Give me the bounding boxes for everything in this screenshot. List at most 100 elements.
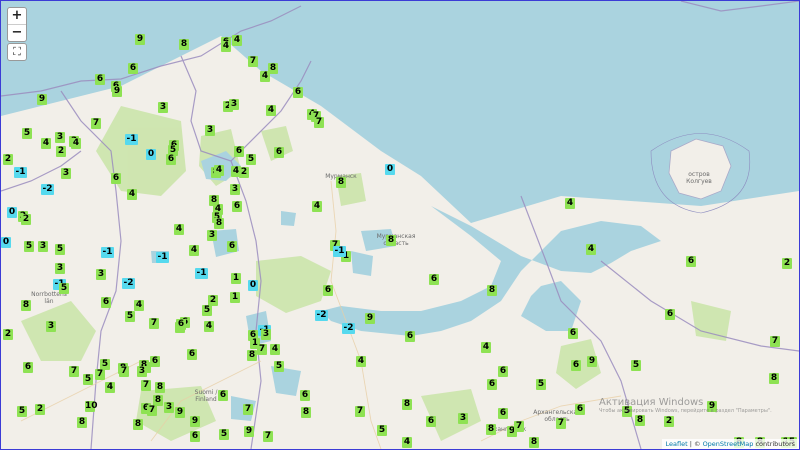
temperature-marker[interactable]: 4 [134, 300, 144, 311]
temperature-marker[interactable]: 6 [323, 285, 333, 296]
temperature-marker[interactable]: 7 [119, 366, 129, 377]
temperature-marker[interactable]: 7 [314, 117, 324, 128]
temperature-marker[interactable]: 8 [635, 415, 645, 426]
temperature-marker[interactable]: 3 [137, 366, 147, 377]
temperature-marker[interactable]: 6 [498, 408, 508, 419]
temperature-marker[interactable]: 6 [575, 404, 585, 415]
temperature-marker[interactable]: 7 [514, 421, 524, 432]
temperature-marker[interactable]: 4 [127, 189, 137, 200]
temperature-marker[interactable]: 4 [481, 342, 491, 353]
temperature-marker[interactable]: 3 [207, 230, 217, 241]
temperature-marker[interactable]: 9 [175, 407, 185, 418]
temperature-marker[interactable]: 3 [38, 241, 48, 252]
map-container[interactable]: + − ⛶ остров КолгуевМурманскМурманская о… [0, 0, 800, 450]
temperature-marker[interactable]: 6 [665, 309, 675, 320]
temperature-marker[interactable]: -2 [41, 184, 54, 195]
temperature-marker[interactable]: 9 [365, 313, 375, 324]
temperature-marker[interactable]: 8 [487, 285, 497, 296]
temperature-marker[interactable]: 7 [556, 418, 566, 429]
temperature-marker[interactable]: 5 [59, 283, 69, 294]
temperature-marker[interactable]: 8 [179, 39, 189, 50]
temperature-marker[interactable]: 3 [61, 168, 71, 179]
temperature-marker[interactable]: 1 [231, 273, 241, 284]
temperature-marker[interactable]: 8 [77, 417, 87, 428]
temperature-marker[interactable]: 3 [96, 269, 106, 280]
temperature-marker[interactable]: 7 [248, 56, 258, 67]
temperature-marker[interactable]: 6 [234, 146, 244, 157]
temperature-marker[interactable]: 3 [229, 99, 239, 110]
temperature-marker[interactable]: 7 [141, 380, 151, 391]
temperature-marker[interactable]: 7 [149, 318, 159, 329]
temperature-marker[interactable]: 5 [274, 361, 284, 372]
temperature-marker[interactable]: 5 [246, 154, 256, 165]
temperature-marker[interactable]: 7 [355, 406, 365, 417]
temperature-marker[interactable]: -1 [156, 252, 169, 263]
temperature-marker[interactable]: 3 [205, 125, 215, 136]
temperature-marker[interactable]: 6 [187, 349, 197, 360]
temperature-marker[interactable]: 5 [83, 374, 93, 385]
temperature-marker[interactable]: 3 [261, 329, 271, 340]
temperature-marker[interactable]: 9 [244, 426, 254, 437]
temperature-marker[interactable]: 6 [95, 74, 105, 85]
temperature-marker[interactable]: 6 [176, 319, 186, 330]
temperature-marker[interactable]: 0 [1, 237, 11, 248]
temperature-marker[interactable]: 6 [571, 360, 581, 371]
temperature-marker[interactable]: 2 [782, 258, 792, 269]
temperature-marker[interactable]: 8 [402, 399, 412, 410]
temperature-marker[interactable]: 8 [133, 419, 143, 430]
temperature-marker[interactable]: 6 [686, 256, 696, 267]
temperature-marker[interactable]: 3 [55, 132, 65, 143]
temperature-marker[interactable]: -2 [342, 323, 355, 334]
temperature-marker[interactable]: 6 [101, 297, 111, 308]
temperature-marker[interactable]: 6 [232, 201, 242, 212]
temperature-marker[interactable]: 8 [155, 382, 165, 393]
temperature-marker[interactable]: 7 [257, 344, 267, 355]
temperature-marker[interactable]: 5 [202, 305, 212, 316]
temperature-marker[interactable]: 3 [46, 321, 56, 332]
temperature-marker[interactable]: 6 [227, 241, 237, 252]
temperature-marker[interactable]: 4 [260, 71, 270, 82]
temperature-marker[interactable]: 5 [24, 241, 34, 252]
temperature-marker[interactable]: 6 [405, 331, 415, 342]
temperature-marker[interactable]: 7 [770, 336, 780, 347]
temperature-marker[interactable]: 7 [69, 366, 79, 377]
temperature-marker[interactable]: -1 [195, 268, 208, 279]
temperature-marker[interactable]: 6 [190, 431, 200, 442]
temperature-marker[interactable]: 4 [204, 321, 214, 332]
temperature-marker[interactable]: 7 [95, 369, 105, 380]
temperature-marker[interactable]: 5 [536, 379, 546, 390]
fullscreen-icon[interactable]: ⛶ [7, 43, 27, 61]
zoom-out-button[interactable]: − [8, 24, 26, 41]
temperature-marker[interactable]: 4 [71, 138, 81, 149]
temperature-marker[interactable]: 4 [232, 35, 242, 46]
temperature-marker[interactable]: 10 [85, 401, 98, 412]
temperature-marker[interactable]: 8 [214, 218, 224, 229]
temperature-marker[interactable]: 3 [164, 402, 174, 413]
temperature-marker[interactable]: 6 [128, 63, 138, 74]
temperature-marker[interactable]: 4 [174, 224, 184, 235]
temperature-marker[interactable]: 2 [3, 154, 13, 165]
temperature-marker[interactable]: 4 [41, 138, 51, 149]
temperature-marker[interactable]: 8 [336, 177, 346, 188]
temperature-marker[interactable]: 2 [56, 146, 66, 157]
temperature-marker[interactable]: 3 [55, 263, 65, 274]
temperature-marker[interactable]: 7 [147, 405, 157, 416]
temperature-marker[interactable]: 5 [219, 429, 229, 440]
temperature-marker[interactable]: 4 [565, 198, 575, 209]
temperature-marker[interactable]: 6 [487, 379, 497, 390]
temperature-marker[interactable]: 0 [248, 280, 258, 291]
temperature-marker[interactable]: 1 [230, 292, 240, 303]
osm-link[interactable]: OpenStreetMap [703, 440, 754, 448]
temperature-marker[interactable]: 7 [243, 404, 253, 415]
temperature-marker[interactable]: 2 [21, 214, 31, 225]
temperature-marker[interactable]: 2 [3, 329, 13, 340]
temperature-marker[interactable]: 9 [587, 356, 597, 367]
temperature-marker[interactable]: 4 [189, 245, 199, 256]
temperature-marker[interactable]: 2 [35, 404, 45, 415]
temperature-marker[interactable]: 8 [486, 424, 496, 435]
temperature-marker[interactable]: 8 [769, 373, 779, 384]
temperature-marker[interactable]: 7 [91, 118, 101, 129]
temperature-marker[interactable]: -2 [315, 310, 328, 321]
temperature-marker[interactable]: -1 [125, 134, 138, 145]
temperature-marker[interactable]: 9 [112, 86, 122, 97]
